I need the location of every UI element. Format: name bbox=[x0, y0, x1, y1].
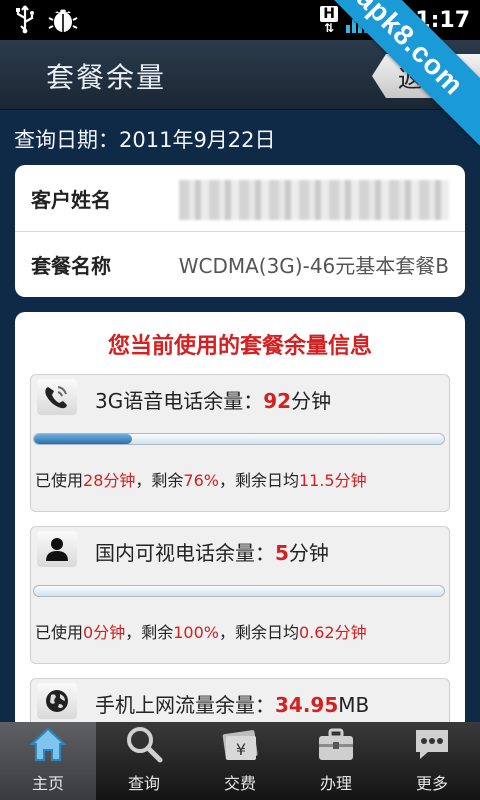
usage-item-heading: 手机上网流量余量：34.95MB bbox=[95, 693, 370, 717]
nav-label: 办理 bbox=[319, 774, 352, 793]
nav-home[interactable]: 主页 bbox=[0, 722, 96, 800]
svg-text:¥: ¥ bbox=[236, 740, 246, 759]
briefcase-icon bbox=[316, 724, 356, 764]
nav-handle[interactable]: 办理 bbox=[288, 722, 384, 800]
nav-label: 交费 bbox=[223, 774, 256, 793]
usage-item-video-call[interactable]: 国内可视电话余量：5分钟 已使用0分钟，剩余100%，剩余日均0.62分钟 bbox=[30, 526, 450, 664]
usb-icon bbox=[14, 4, 36, 38]
nav-more[interactable]: 更多 bbox=[384, 722, 480, 800]
usage-stats: 已使用28分钟，剩余76%，剩余日均11.5分钟 bbox=[35, 471, 367, 490]
plan-name-label: 套餐名称 bbox=[31, 254, 111, 278]
usage-item-heading: 3G语音电话余量：92分钟 bbox=[95, 389, 332, 413]
bottom-nav: 主页 查询 ¥ 交费 办理 更多 bbox=[0, 722, 480, 800]
account-info-card: 客户姓名 套餐名称 WCDMA(3G)-46元基本套餐B bbox=[15, 165, 465, 297]
person-icon bbox=[37, 531, 77, 567]
content-area[interactable]: 查询日期：2011年9月22日 客户姓名 套餐名称 WCDMA(3G)-46元基… bbox=[0, 110, 480, 722]
nav-query[interactable]: 查询 bbox=[96, 722, 192, 800]
usage-progress-bar bbox=[33, 585, 445, 597]
usage-title: 您当前使用的套餐余量信息 bbox=[107, 334, 372, 359]
debug-bug-icon bbox=[48, 4, 78, 38]
remaining-value: 5 bbox=[275, 541, 289, 565]
plan-name-row: 套餐名称 WCDMA(3G)-46元基本套餐B bbox=[15, 231, 465, 297]
plan-name-value: WCDMA(3G)-46元基本套餐B bbox=[178, 254, 449, 278]
remaining-value: 34.95 bbox=[275, 693, 339, 717]
phone-icon bbox=[37, 379, 77, 415]
nav-label: 主页 bbox=[31, 774, 64, 793]
page-title: 套餐余量 bbox=[46, 61, 167, 94]
usage-card: 您当前使用的套餐余量信息 3G语音电话余量：92分钟 已使用28分钟，剩余76%… bbox=[15, 312, 465, 722]
usage-item-mobile-data[interactable]: 手机上网流量余量：34.95MB bbox=[30, 678, 450, 722]
search-icon bbox=[124, 724, 164, 764]
usage-progress-fill bbox=[34, 434, 133, 444]
usage-item-3g-voice[interactable]: 3G语音电话余量：92分钟 已使用28分钟，剩余76%，剩余日均11.5分钟 bbox=[30, 374, 450, 512]
remaining-value: 92 bbox=[263, 389, 292, 413]
globe-icon bbox=[37, 683, 77, 719]
usage-progress-bar bbox=[33, 433, 445, 445]
payment-icon: ¥ bbox=[220, 724, 260, 764]
customer-name-value-blurred bbox=[179, 180, 449, 220]
home-icon bbox=[28, 724, 68, 764]
usage-stats: 已使用0分钟，剩余100%，剩余日均0.62分钟 bbox=[35, 623, 367, 642]
usage-item-heading: 国内可视电话余量：5分钟 bbox=[95, 541, 329, 565]
customer-name-label: 客户姓名 bbox=[31, 187, 111, 212]
customer-name-row: 客户姓名 bbox=[15, 165, 465, 231]
nav-label: 更多 bbox=[415, 774, 448, 793]
query-date: 查询日期：2011年9月22日 bbox=[14, 128, 276, 152]
more-icon bbox=[412, 724, 452, 764]
network-type-icon: H ⇅ bbox=[320, 6, 338, 34]
nav-payment[interactable]: ¥ 交费 bbox=[192, 722, 288, 800]
nav-label: 查询 bbox=[127, 774, 160, 793]
